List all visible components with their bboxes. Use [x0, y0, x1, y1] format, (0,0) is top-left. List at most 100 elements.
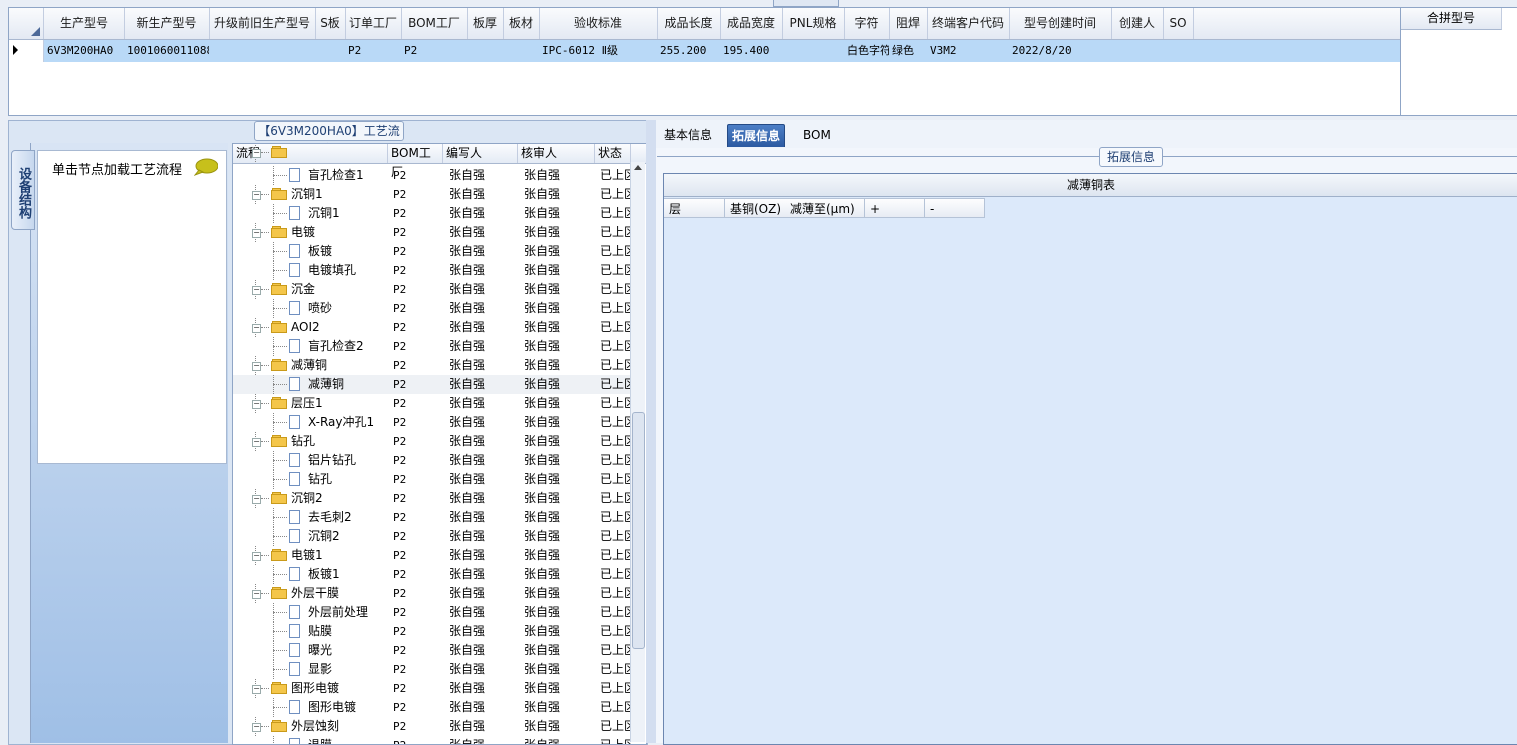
flow-status-cell[interactable]: 已上区: [600, 432, 631, 451]
tree-row[interactable]: 钻孔P2张自强张自强已上区: [233, 470, 631, 489]
tree-node-label[interactable]: X-Ray冲孔1: [308, 413, 374, 432]
flow-checker-cell[interactable]: 张自强: [524, 394, 594, 413]
flow-status-cell[interactable]: 已上区: [600, 489, 631, 508]
tree-node-label[interactable]: 钻孔: [291, 432, 315, 451]
flow-checker-cell[interactable]: 张自强: [524, 698, 594, 717]
table-cell[interactable]: 255.200: [657, 40, 720, 62]
column-header[interactable]: 生产型号: [44, 8, 125, 39]
flow-writer-cell[interactable]: 张自强: [449, 318, 519, 337]
tree-row[interactable]: 电镀填孔P2张自强张自强已上区: [233, 261, 631, 280]
flow-status-cell[interactable]: 已上区: [600, 223, 631, 242]
flow-checker-cell[interactable]: 张自强: [524, 299, 594, 318]
flow-writer-cell[interactable]: 张自强: [449, 736, 519, 744]
tree-node-label[interactable]: 盲孔检查1: [308, 166, 364, 185]
collapse-toggle-icon[interactable]: −: [252, 362, 261, 371]
flow-checker-cell[interactable]: 张自强: [524, 242, 594, 261]
flow-writer-cell[interactable]: 张自强: [449, 451, 519, 470]
flow-status-cell[interactable]: 已上区: [600, 242, 631, 261]
tree-node-label[interactable]: 喷砂: [308, 299, 332, 318]
flow-writer-cell[interactable]: 张自强: [449, 394, 519, 413]
tree-node-label[interactable]: 图形电镀: [308, 698, 356, 717]
column-header[interactable]: 创建人: [1111, 8, 1164, 39]
column-header[interactable]: 订单工厂: [345, 8, 402, 39]
tree-node-label[interactable]: 外层干膜: [291, 584, 339, 603]
flow-status-cell[interactable]: 已上区: [600, 318, 631, 337]
flow-status-cell[interactable]: 已上区: [600, 394, 631, 413]
tree-row[interactable]: 盲孔检查2P2张自强张自强已上区: [233, 337, 631, 356]
flow-checker-cell[interactable]: 张自强: [524, 204, 594, 223]
flow-checker-cell[interactable]: 张自强: [524, 185, 594, 204]
tab-equipment-structure[interactable]: 设备结构: [11, 150, 35, 230]
column-header[interactable]: 型号创建时间: [1009, 8, 1112, 39]
flow-writer-cell[interactable]: 张自强: [449, 299, 519, 318]
column-header[interactable]: S板: [315, 8, 346, 39]
tab-bom[interactable]: BOM: [799, 124, 835, 146]
flow-status-cell[interactable]: 已上区: [600, 261, 631, 280]
tree-node-label[interactable]: 电镀填孔: [308, 261, 356, 280]
table-cell[interactable]: P2: [345, 40, 401, 62]
tree-node-label[interactable]: 层压1: [291, 394, 323, 413]
flow-writer-cell[interactable]: 张自强: [449, 660, 519, 679]
flow-writer-cell[interactable]: 张自强: [449, 337, 519, 356]
tree-row[interactable]: 减薄铜P2张自强张自强已上区: [233, 375, 631, 394]
column-header[interactable]: SO: [1163, 8, 1194, 39]
flow-status-cell[interactable]: 已上区: [600, 375, 631, 394]
collapse-toggle-icon[interactable]: −: [252, 191, 261, 200]
flow-status-cell[interactable]: 已上区: [600, 565, 631, 584]
tab-extended-info[interactable]: 拓展信息: [727, 124, 786, 147]
tree-node-label[interactable]: 去毛刺2: [308, 508, 352, 527]
table-cell[interactable]: 白色字符: [844, 40, 889, 62]
collapse-toggle-icon[interactable]: −: [252, 723, 261, 732]
flow-checker-cell[interactable]: 张自强: [524, 413, 594, 432]
tree-node-label[interactable]: 显影: [308, 660, 332, 679]
tree-row[interactable]: 贴膜P2张自强张自强已上区: [233, 622, 631, 641]
flow-status-cell[interactable]: 已上区: [600, 413, 631, 432]
flow-checker-cell[interactable]: 张自强: [524, 508, 594, 527]
tree-row[interactable]: −减薄铜P2张自强张自强已上区: [233, 356, 631, 375]
tree-row[interactable]: −电镀P2张自强张自强已上区: [233, 223, 631, 242]
tree-row[interactable]: 图形电镀P2张自强张自强已上区: [233, 698, 631, 717]
table-cell[interactable]: V3M2: [927, 40, 1009, 62]
table-cell[interactable]: 10010600110889: [124, 40, 209, 62]
tree-node-label[interactable]: 沉金: [291, 280, 315, 299]
tree-row[interactable]: 沉铜2P2张自强张自强已上区: [233, 527, 631, 546]
flow-writer-cell[interactable]: 张自强: [449, 508, 519, 527]
flow-status-cell[interactable]: 已上区: [600, 470, 631, 489]
flow-writer-cell[interactable]: 张自强: [449, 204, 519, 223]
tree-row[interactable]: −外层干膜P2张自强张自强已上区: [233, 584, 631, 603]
column-header[interactable]: 成品长度: [657, 8, 721, 39]
tree-row[interactable]: 盲孔检查1P2张自强张自强已上区: [233, 166, 631, 185]
collapse-toggle-icon[interactable]: −: [252, 149, 261, 158]
column-header[interactable]: 板材: [503, 8, 540, 39]
row-selector[interactable]: [9, 40, 44, 62]
column-header[interactable]: 终端客户代码: [927, 8, 1010, 39]
tree-node-label[interactable]: 盲孔检查2: [308, 337, 364, 356]
table-row[interactable]: 6V3M200HA010010600110889P2P2IPC-6012 Ⅱ级2…: [9, 40, 1401, 62]
thinning-column-header[interactable]: 减薄至(μm): [785, 198, 865, 218]
splitter-handle-top[interactable]: [773, 0, 839, 7]
column-header[interactable]: PNL规格: [782, 8, 845, 39]
tree-scrollbar[interactable]: [630, 162, 645, 742]
tree-row[interactable]: 退膜P2张自强张自强已上区: [233, 736, 631, 744]
flow-writer-cell[interactable]: 张自强: [449, 679, 519, 698]
flow-writer-cell[interactable]: 张自强: [449, 622, 519, 641]
tree-node-label[interactable]: 沉铜1: [291, 185, 323, 204]
flow-checker-cell[interactable]: 张自强: [524, 470, 594, 489]
tree-node-label[interactable]: 图形电镀: [291, 679, 339, 698]
flow-writer-cell[interactable]: 张自强: [449, 185, 519, 204]
tree-node-label[interactable]: 板镀1: [308, 565, 340, 584]
flow-writer-cell[interactable]: 张自强: [449, 280, 519, 299]
scroll-up-icon[interactable]: [634, 165, 642, 170]
flow-status-cell[interactable]: 已上区: [600, 736, 631, 744]
flow-status-cell[interactable]: 已上区: [600, 584, 631, 603]
flow-writer-cell[interactable]: 张自强: [449, 698, 519, 717]
flow-status-cell[interactable]: 已上区: [600, 280, 631, 299]
flow-checker-cell[interactable]: 张自强: [524, 261, 594, 280]
tree-row[interactable]: 板镀P2张自强张自强已上区: [233, 242, 631, 261]
flow-writer-cell[interactable]: 张自强: [449, 527, 519, 546]
flow-status-cell[interactable]: 已上区: [600, 337, 631, 356]
flow-writer-cell[interactable]: 张自强: [449, 603, 519, 622]
column-header[interactable]: BOM工厂: [401, 8, 468, 39]
flow-checker-cell[interactable]: 张自强: [524, 223, 594, 242]
flow-writer-cell[interactable]: 张自强: [449, 261, 519, 280]
